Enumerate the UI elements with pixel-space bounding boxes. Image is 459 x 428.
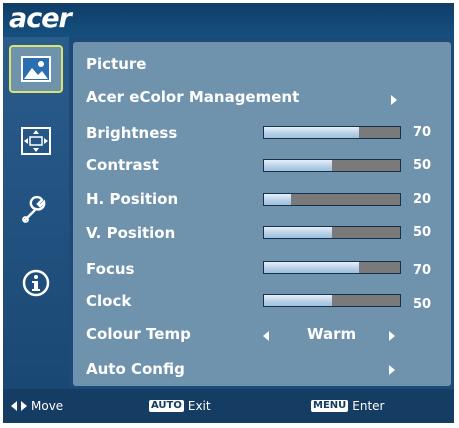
tab-column — [3, 37, 69, 389]
brightness-label: Brightness — [86, 124, 178, 142]
picture-icon — [21, 56, 51, 82]
brightness-value: 70 — [413, 125, 432, 140]
title-bar: acer — [3, 3, 454, 37]
enter-label: Enter — [352, 399, 385, 413]
picture-menu-panel: Picture Acer eColor Management Brightnes… — [73, 42, 451, 386]
slider-fill — [264, 262, 360, 273]
menu-key: MENU — [311, 400, 349, 412]
contrast-slider[interactable] — [263, 159, 401, 172]
contrast-label: Contrast — [86, 156, 159, 174]
left-right-arrows-icon — [11, 401, 27, 411]
colour-temp-value: Warm — [307, 325, 357, 343]
focus-value: 70 — [413, 263, 432, 278]
submenu-arrow-icon — [389, 365, 395, 375]
slider-fill — [264, 227, 332, 238]
menu-item-auto-config[interactable]: Auto Config — [86, 360, 185, 378]
osd-window: acer Picture Acer eColor Management Brig… — [3, 3, 454, 423]
v-position-slider[interactable] — [263, 226, 401, 239]
colour-temp-right-arrow-icon[interactable] — [389, 331, 395, 341]
section-title: Picture — [86, 55, 147, 73]
colour-temp-label: Colour Temp — [86, 325, 191, 343]
info-icon — [22, 269, 50, 297]
menu-item-ecolor[interactable]: Acer eColor Management — [86, 88, 299, 106]
position-icon — [21, 127, 51, 155]
clock-value: 50 — [413, 297, 432, 312]
clock-slider[interactable] — [263, 294, 401, 307]
clock-label: Clock — [86, 292, 132, 310]
slider-fill — [264, 295, 332, 306]
colour-temp-left-arrow-icon[interactable] — [263, 331, 269, 341]
h-position-slider[interactable] — [263, 193, 401, 206]
tab-information[interactable] — [9, 259, 63, 307]
v-position-value: 50 — [413, 225, 432, 240]
tab-settings[interactable] — [9, 185, 63, 233]
slider-fill — [264, 160, 332, 171]
move-label: Move — [31, 399, 64, 413]
h-position-value: 20 — [413, 192, 432, 207]
contrast-value: 50 — [413, 158, 432, 173]
acer-logo: acer — [9, 3, 72, 34]
auto-key: AUTO — [149, 400, 184, 412]
tab-position[interactable] — [9, 117, 63, 165]
brightness-slider[interactable] — [263, 126, 401, 139]
slider-fill — [264, 194, 292, 205]
exit-label: Exit — [187, 399, 211, 413]
footer-hints: Move AUTO Exit MENU Enter — [3, 389, 454, 423]
exit-hint: AUTO Exit — [149, 399, 211, 413]
enter-hint: MENU Enter — [311, 399, 385, 413]
focus-label: Focus — [86, 260, 135, 278]
settings-wrench-icon — [22, 195, 46, 223]
focus-slider[interactable] — [263, 261, 401, 274]
h-position-label: H. Position — [86, 190, 179, 208]
slider-fill — [264, 127, 360, 138]
submenu-arrow-icon — [391, 95, 397, 105]
tab-picture[interactable] — [9, 45, 63, 93]
move-hint: Move — [11, 399, 63, 413]
v-position-label: V. Position — [86, 224, 176, 242]
